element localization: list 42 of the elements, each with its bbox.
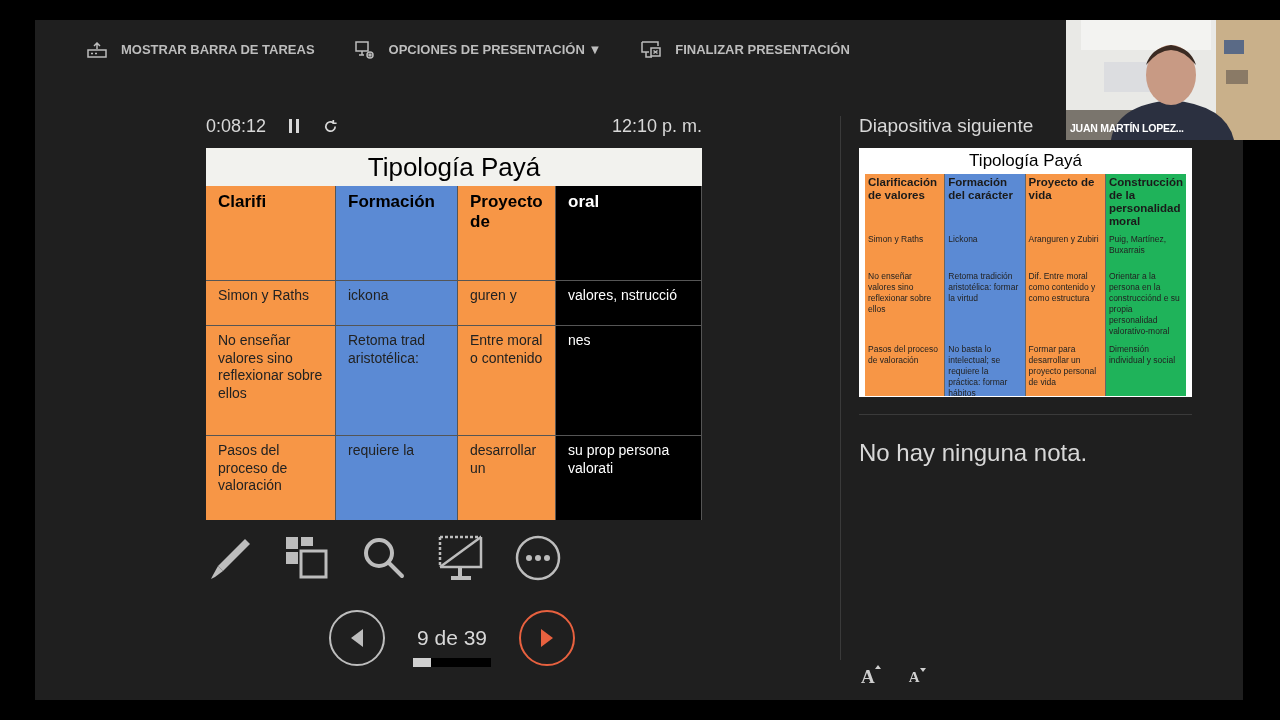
increase-font-button[interactable]: A: [861, 663, 881, 692]
left-triangle-icon: [349, 628, 365, 649]
table-cell: No enseñar valores sino reflexionar sobre ellos: [206, 325, 335, 435]
down-triangle-icon: [919, 668, 926, 672]
decrease-font-button[interactable]: A: [908, 666, 926, 692]
table-cell: Entre moral o contenido: [458, 325, 555, 435]
table-cell: Pasos del proceso de valoración: [206, 435, 335, 520]
column-header: Formación: [347, 191, 436, 213]
table-cell: requiere la: [336, 435, 457, 520]
toolbar-button[interactable]: MOSTRAR BARRA DE TAREAS: [87, 40, 315, 60]
monitor-gear-icon: [354, 40, 375, 60]
slide-counter: 9 de 39: [416, 625, 488, 651]
next-slide-button[interactable]: [519, 610, 575, 667]
table-cell: desarrollar un: [458, 435, 555, 520]
table-cell: ickona: [336, 280, 457, 325]
slide-title: Tipología Payá: [968, 150, 1083, 172]
monitor-close-icon: [641, 40, 662, 60]
column-header: oral: [567, 191, 601, 213]
clock-time: 12:10 p. m.: [611, 114, 702, 138]
blank-screen-button[interactable]: [437, 534, 485, 582]
previous-slide-button[interactable]: [329, 610, 385, 667]
toolbar-button[interactable]: OPCIONES DE PRESENTACIÓN ▼: [354, 40, 602, 60]
table-cell: guren y: [458, 280, 555, 325]
elapsed-timer: 0:08:12: [206, 114, 267, 138]
participant-name: JUAN MARTÍN LOPEZ...: [1070, 121, 1184, 137]
table-cell: Simon y Raths: [206, 280, 335, 325]
table-cell: valores, nstrucció: [556, 280, 701, 325]
right-triangle-icon: [539, 628, 555, 649]
column-header: Proyecto de: [469, 191, 544, 234]
reset-timer-button[interactable]: [322, 118, 339, 134]
next-slide-heading: Diapositiva siguiente: [859, 114, 1034, 138]
toolbar-button[interactable]: FINALIZAR PRESENTACIÓN: [641, 40, 850, 60]
table-cell: nes: [556, 325, 701, 435]
table-cell: Retoma trad aristotélica:: [336, 325, 457, 435]
slides-grid-button[interactable]: [283, 534, 331, 582]
table-cell: su prop persona valorati: [556, 435, 701, 520]
slide-title: Tipología Payá: [206, 148, 702, 186]
up-triangle-icon: [874, 665, 881, 669]
notes-text: No hay ninguna nota.: [859, 438, 1089, 468]
more-options-button[interactable]: [514, 534, 562, 582]
taskbar-icon: [87, 42, 107, 58]
column-header: Clarifi: [217, 191, 268, 213]
